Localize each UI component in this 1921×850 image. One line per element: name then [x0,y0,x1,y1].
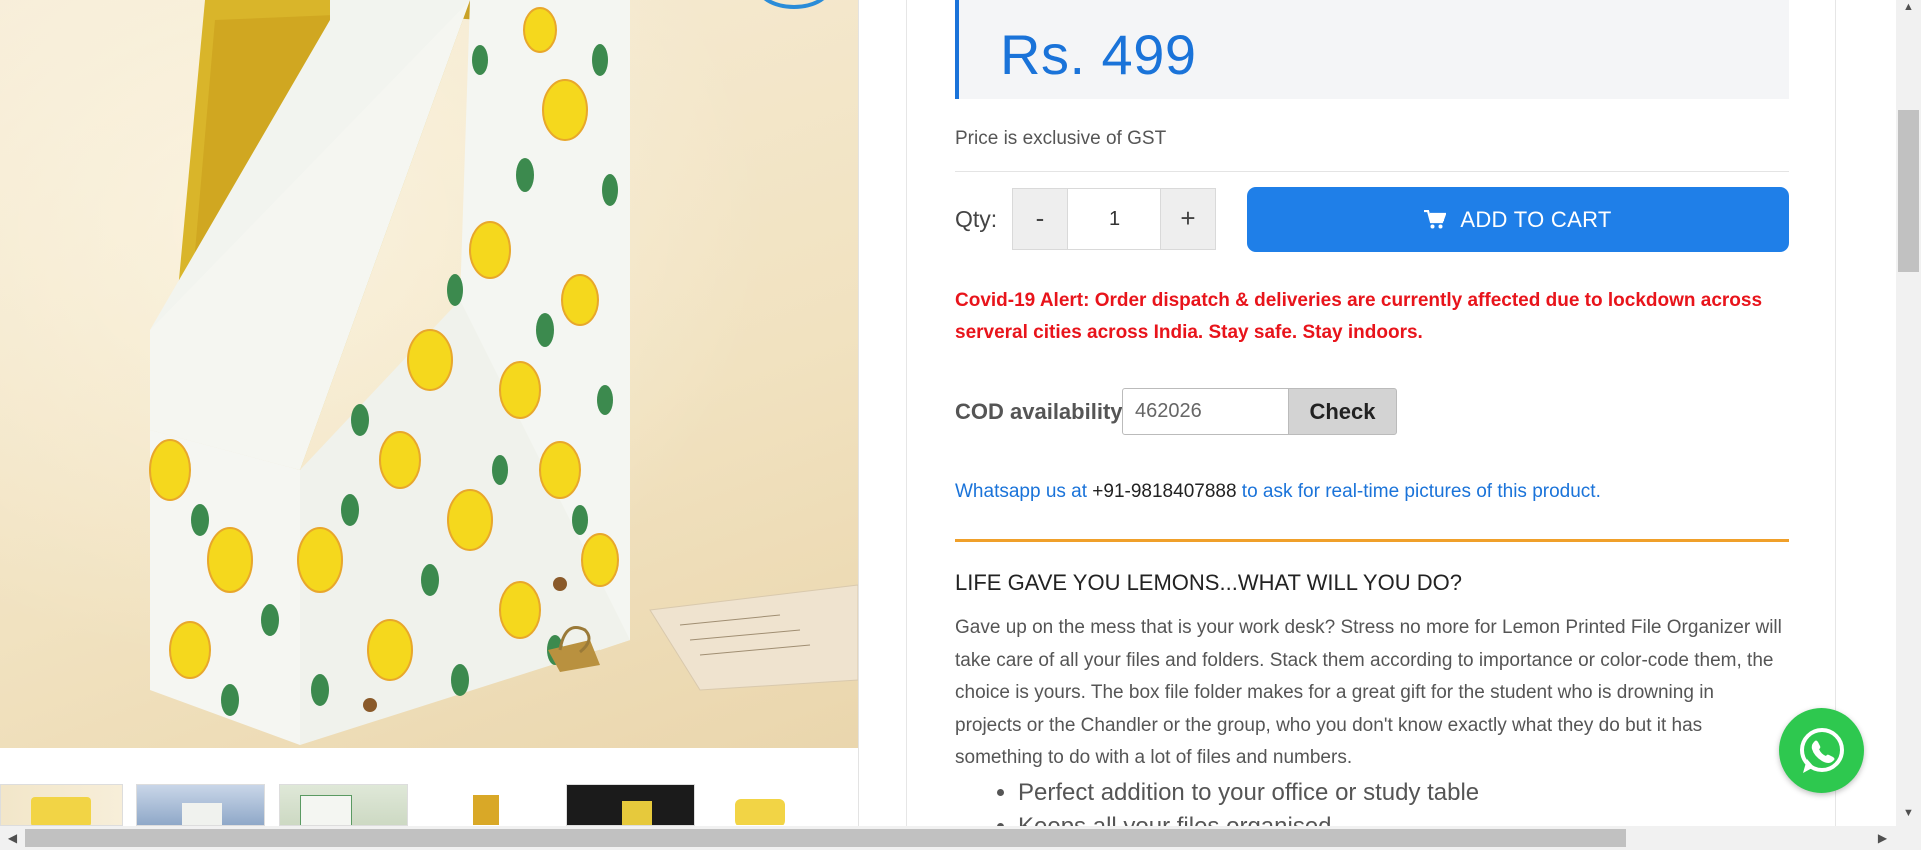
thumbnail[interactable] [0,784,123,826]
whatsapp-float-button[interactable] [1779,708,1864,793]
whatsapp-suffix: to ask for real-time pictures of this pr… [1236,481,1601,502]
gallery-divider [858,0,859,826]
thumbnail-strip [0,784,858,826]
panel-border [1835,0,1836,826]
description-heading: LIFE GAVE YOU LEMONS...WHAT WILL YOU DO? [955,570,1462,595]
whatsapp-contact[interactable]: Whatsapp us at +91-9818407888 to ask for… [955,481,1601,503]
thumbnail[interactable] [709,784,839,826]
product-main-image[interactable] [0,0,858,748]
vertical-scrollbar-thumb[interactable] [1898,110,1919,272]
pincode-input[interactable]: 462026 [1122,388,1289,435]
thumbnail[interactable] [279,784,408,826]
description-body: Gave up on the mess that is your work de… [955,617,1782,768]
section-rule [955,539,1789,542]
scroll-left-arrow-icon[interactable]: ◀ [0,826,25,850]
divider [955,171,1789,172]
cod-label: COD availability [955,399,1123,424]
quantity-label: Qty: [955,206,998,232]
quantity-input[interactable]: 1 [1068,188,1161,250]
whatsapp-icon [1799,727,1844,773]
covid-alert: Covid-19 Alert: Order dispatch & deliver… [955,290,1763,343]
panel-border [906,0,907,826]
thumbnail[interactable] [422,784,551,826]
horizontal-scrollbar-thumb[interactable] [25,829,1626,847]
whatsapp-prefix: Whatsapp us at [955,481,1093,502]
list-item: Perfect addition to your office or study… [1018,776,1788,810]
file-organizer-illustration [149,0,858,745]
add-to-cart-button[interactable]: ADD TO CART [1247,187,1789,252]
scroll-up-arrow-icon[interactable]: ▲ [1896,0,1921,14]
quantity-increase-button[interactable]: + [1160,188,1216,250]
thumbnail[interactable] [136,784,265,826]
thumbnail[interactable] [566,784,695,826]
cart-icon [1424,209,1447,228]
scroll-down-arrow-icon[interactable]: ▼ [1896,806,1921,820]
quantity-decrease-button[interactable]: - [1012,188,1068,250]
product-price: Rs. 499 [1000,23,1197,86]
whatsapp-number[interactable]: +91-9818407888 [1092,481,1236,502]
product-gallery [0,0,858,826]
scroll-right-arrow-icon[interactable]: ▶ [1870,826,1895,850]
gst-note: Price is exclusive of GST [955,128,1167,149]
check-cod-button[interactable]: Check [1288,388,1397,435]
add-to-cart-label: ADD TO CART [1460,206,1612,232]
